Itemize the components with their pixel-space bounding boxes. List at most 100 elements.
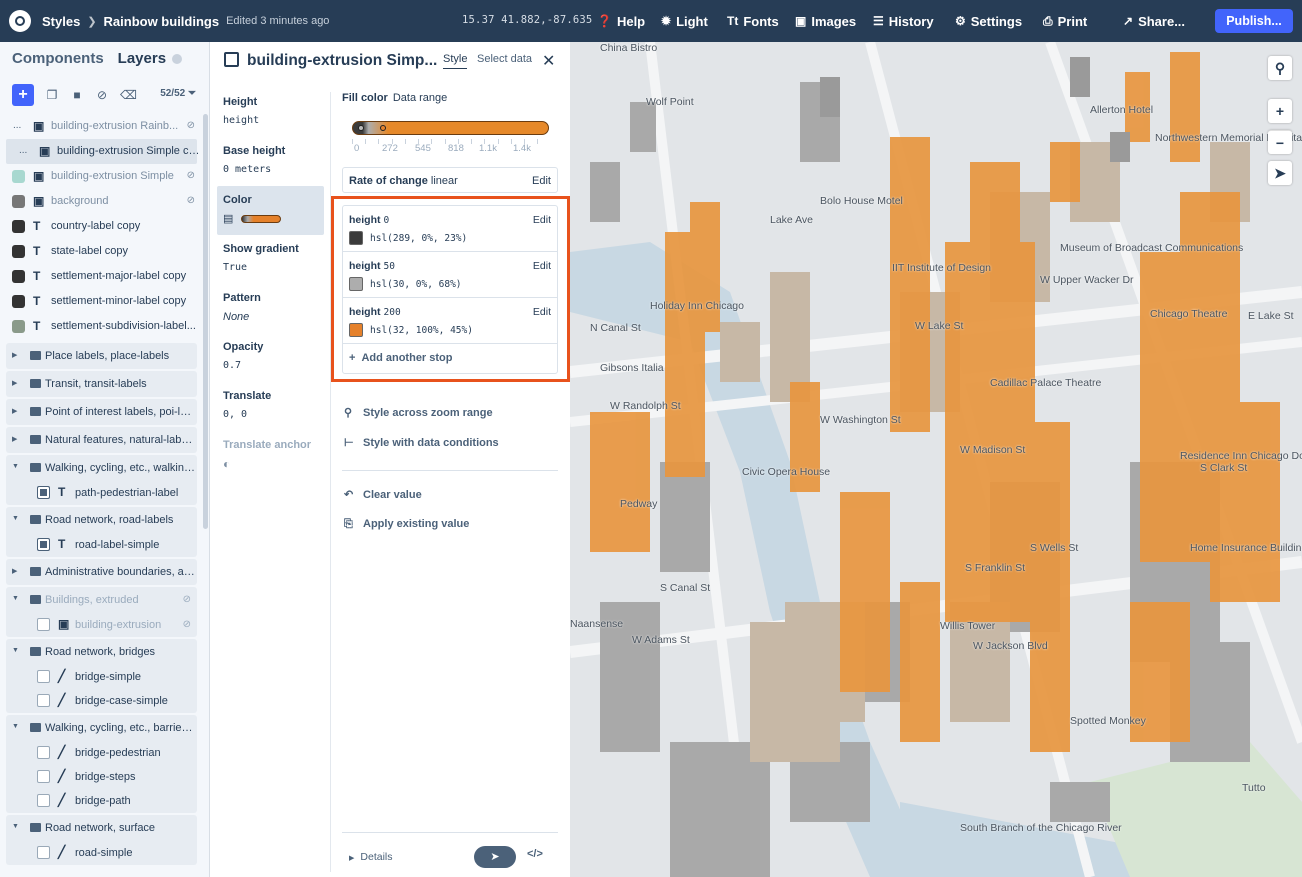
light-button[interactable]: ✹ Light xyxy=(661,0,708,42)
caret-down-icon[interactable]: ▼ xyxy=(12,595,19,602)
property-color[interactable]: Color ▤ xyxy=(217,186,324,235)
property-opacity[interactable]: Opacity 0.7 xyxy=(217,333,324,382)
layer-row[interactable]: ╱ bridge-pedestrian xyxy=(6,741,197,765)
edit-rate-button[interactable]: Edit xyxy=(532,175,551,187)
cursor-mode-button[interactable]: ➤ xyxy=(474,846,516,868)
details-toggle[interactable]: ▶ Details xyxy=(349,851,393,863)
group-header[interactable]: ▼ Walking, cycling, etc., barriers-... xyxy=(6,715,197,741)
layer-checkbox[interactable] xyxy=(37,846,50,859)
style-name[interactable]: Rainbow buildings xyxy=(104,14,220,29)
scrollbar[interactable] xyxy=(203,114,208,529)
trash-icon[interactable]: ⌫ xyxy=(120,88,137,102)
style-data-conditions-button[interactable]: ⊢ Style with data conditions xyxy=(344,436,499,449)
layer-row[interactable]: ╱ bridge-steps xyxy=(6,765,197,789)
caret-down-icon[interactable]: ▼ xyxy=(12,463,19,470)
layer-row[interactable]: ▣ background ⊘ xyxy=(0,189,203,214)
search-icon[interactable]: ⚲ xyxy=(1268,56,1292,80)
tab-style[interactable]: Style xyxy=(443,53,468,69)
layer-row[interactable]: ▣ building-extrusion ⊘ xyxy=(6,613,197,637)
layer-row[interactable]: ╱ road-simple xyxy=(6,841,197,865)
help-button[interactable]: ❓ Help xyxy=(597,0,645,42)
layer-row[interactable]: Tpath-pedestrian-label xyxy=(6,481,197,505)
map-canvas[interactable]: China Bistro Wolf Point W Lake St W Randolp… xyxy=(570,42,1302,877)
caret-right-icon[interactable]: ▶ xyxy=(12,351,17,359)
caret-down-icon[interactable]: ▼ xyxy=(12,823,19,830)
layer-title[interactable]: building-extrusion Simp... xyxy=(247,52,452,70)
drag-handle-icon[interactable]: ... xyxy=(19,145,27,156)
layer-row[interactable]: ... ▣ building-extrusion Simple co... xyxy=(6,139,202,164)
color-ramp[interactable] xyxy=(352,121,549,135)
layer-checkbox[interactable] xyxy=(37,538,50,551)
images-button[interactable]: ▣ Images xyxy=(795,0,856,42)
drag-handle-icon[interactable]: ... xyxy=(13,120,21,131)
property-translate-anchor[interactable]: Translate anchor ◐ xyxy=(217,431,324,480)
ramp-stop-handle[interactable] xyxy=(358,125,364,131)
group-header[interactable]: ▶ Transit, transit-labels xyxy=(6,371,197,397)
group-header[interactable]: ▶ Administrative boundaries, ad... xyxy=(6,559,197,585)
caret-right-icon[interactable]: ▶ xyxy=(12,567,17,575)
group-header[interactable]: ▶ Point of interest labels, poi-lab... xyxy=(6,399,197,425)
layer-row[interactable]: ╱ bridge-simple xyxy=(6,665,197,689)
breadcrumb-styles[interactable]: Styles xyxy=(42,14,80,29)
eye-hidden-icon[interactable]: ⊘ xyxy=(187,170,195,181)
property-show-gradient[interactable]: Show gradient True xyxy=(217,235,324,284)
tab-components[interactable]: Components xyxy=(12,50,104,67)
layer-checkbox[interactable] xyxy=(37,486,50,499)
group-header[interactable]: ▶ Place labels, place-labels xyxy=(6,343,197,369)
ramp-stop-handle[interactable] xyxy=(380,125,386,131)
compass-icon[interactable]: ➤ xyxy=(1268,161,1292,185)
caret-down-icon[interactable]: ▼ xyxy=(12,723,19,730)
caret-right-icon[interactable]: ▶ xyxy=(12,379,17,387)
hide-icon[interactable]: ⊘ xyxy=(95,88,109,102)
group-header[interactable]: ▼ Buildings, extruded ⊘ xyxy=(6,587,197,613)
layer-row[interactable]: ... ▣ building-extrusion Rainb... ⊘ xyxy=(0,114,203,139)
tab-select-data[interactable]: Select data xyxy=(477,53,532,65)
fonts-button[interactable]: Tt Fonts xyxy=(727,0,779,42)
layer-row[interactable]: Tsettlement-subdivision-label... xyxy=(0,314,203,339)
layer-row[interactable]: Troad-label-simple xyxy=(6,533,197,557)
close-icon[interactable]: ✕ xyxy=(542,51,555,71)
layer-row[interactable]: Tcountry-label copy xyxy=(0,214,203,239)
layer-row[interactable]: ╱ bridge-path xyxy=(6,789,197,813)
style-zoom-range-button[interactable]: ⚲ Style across zoom range xyxy=(344,406,493,419)
layer-checkbox[interactable] xyxy=(37,694,50,707)
layer-row[interactable]: Tsettlement-major-label copy xyxy=(0,264,203,289)
mapbox-logo-icon[interactable] xyxy=(9,10,31,32)
layer-checkbox[interactable] xyxy=(37,618,50,631)
group-header[interactable]: ▼ Road network, surface xyxy=(6,815,197,841)
layer-row[interactable]: ╱ bridge-case-simple xyxy=(6,689,197,713)
layer-row[interactable]: Tstate-label copy xyxy=(0,239,203,264)
zoom-out-button[interactable]: − xyxy=(1268,130,1292,154)
group-header[interactable]: ▶ Natural features, natural-labels xyxy=(6,427,197,453)
eye-hidden-icon[interactable]: ⊘ xyxy=(187,195,195,206)
eye-hidden-icon[interactable]: ⊘ xyxy=(187,120,195,131)
layer-row[interactable]: ▣ building-extrusion Simple ⊘ xyxy=(0,164,203,189)
layer-checkbox[interactable] xyxy=(37,670,50,683)
property-base-height[interactable]: Base height 0 meters xyxy=(217,137,324,186)
layer-checkbox[interactable] xyxy=(37,770,50,783)
caret-down-icon[interactable]: ▼ xyxy=(12,647,19,654)
group-header[interactable]: ▼ Road network, road-labels xyxy=(6,507,197,533)
tab-layers[interactable]: Layers xyxy=(118,50,183,67)
duplicate-icon[interactable]: ❐ xyxy=(45,88,59,102)
group-header[interactable]: ▼ Road network, bridges xyxy=(6,639,197,665)
caret-down-icon[interactable]: ▼ xyxy=(12,515,19,522)
clear-value-button[interactable]: ↶ Clear value xyxy=(344,488,422,501)
history-button[interactable]: ☰ History xyxy=(873,0,934,42)
settings-button[interactable]: ⚙ Settings xyxy=(955,0,1022,42)
apply-existing-value-button[interactable]: ⎘ Apply existing value xyxy=(344,518,469,531)
code-view-button[interactable]: </> xyxy=(527,848,543,860)
zoom-in-button[interactable]: + xyxy=(1268,99,1292,123)
layer-checkbox[interactable] xyxy=(37,794,50,807)
group-header[interactable]: ▼ Walking, cycling, etc., walking-... xyxy=(6,455,197,481)
caret-right-icon[interactable]: ▶ xyxy=(12,407,17,415)
share-button[interactable]: ↗ Share... xyxy=(1123,0,1185,42)
property-height[interactable]: Height height xyxy=(217,88,324,137)
property-pattern[interactable]: Pattern None xyxy=(217,284,324,333)
add-layer-button[interactable]: + xyxy=(12,84,34,106)
caret-right-icon[interactable]: ▶ xyxy=(12,435,17,443)
property-translate[interactable]: Translate 0, 0 xyxy=(217,382,324,431)
layer-row[interactable]: Tsettlement-minor-label copy xyxy=(0,289,203,314)
eye-hidden-icon[interactable]: ⊘ xyxy=(183,594,191,605)
print-button[interactable]: ⎙ Print xyxy=(1043,0,1087,42)
